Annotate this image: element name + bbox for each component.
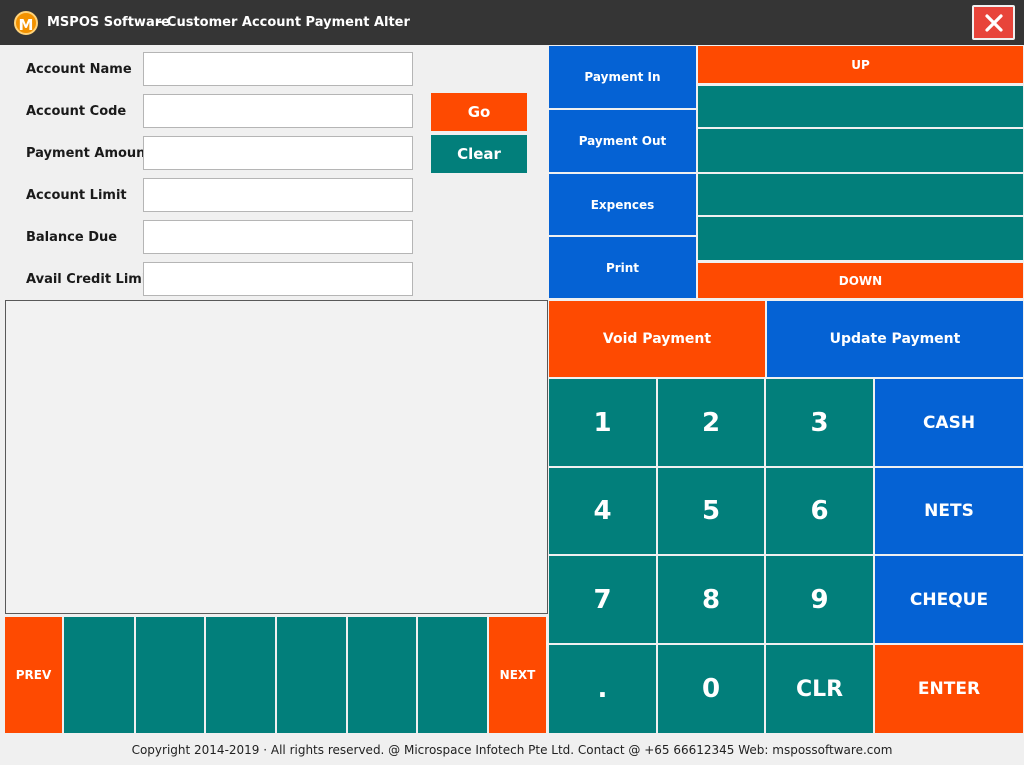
next-page-button[interactable]: NEXT [489,617,546,733]
scroll-up-button[interactable]: UP [698,46,1023,83]
account-code-label: Account Code [26,104,127,119]
avail-credit-limit-input[interactable] [143,262,413,296]
page-title: - Customer Account Payment Alter [157,15,410,30]
key-0[interactable]: 0 [658,645,764,733]
scroll-down-button[interactable]: DOWN [698,263,1023,298]
avail-credit-limit-label: Avail Credit Limit [26,272,153,287]
key-2[interactable]: 2 [658,379,764,466]
payment-amount-input[interactable] [143,136,413,170]
pager-slot-2[interactable] [136,617,204,733]
account-code-input[interactable] [143,94,413,128]
footer-copyright: Copyright 2014-2019 · All rights reserve… [0,735,1024,765]
void-payment-button[interactable]: Void Payment [549,301,765,377]
key-dot[interactable]: . [549,645,656,733]
key-7[interactable]: 7 [549,556,656,643]
balance-due-label: Balance Due [26,230,118,245]
key-9[interactable]: 9 [766,556,873,643]
account-limit-input[interactable] [143,178,413,212]
prev-page-button[interactable]: PREV [5,617,62,733]
key-1[interactable]: 1 [549,379,656,466]
key-4[interactable]: 4 [549,468,656,554]
payment-in-button[interactable]: Payment In [549,46,696,108]
key-5[interactable]: 5 [658,468,764,554]
pager-slot-1[interactable] [64,617,134,733]
account-limit-label: Account Limit [26,188,127,203]
pager-slot-6[interactable] [418,617,487,733]
category-slot-2[interactable] [698,129,1023,172]
mspos-logo-icon: M [14,11,38,35]
pager-slot-4[interactable] [277,617,346,733]
account-name-input[interactable] [143,52,413,86]
enter-button[interactable]: ENTER [875,645,1023,733]
update-payment-button[interactable]: Update Payment [767,301,1023,377]
close-button[interactable] [972,5,1015,40]
payment-amount-label: Payment Amount [26,146,152,161]
clear-button[interactable]: Clear [431,135,527,173]
go-button[interactable]: Go [431,93,527,131]
key-6[interactable]: 6 [766,468,873,554]
nets-button[interactable]: NETS [875,468,1023,554]
expences-button[interactable]: Expences [549,174,696,235]
category-slot-3[interactable] [698,174,1023,215]
category-slot-4[interactable] [698,217,1023,260]
pager-slot-5[interactable] [348,617,416,733]
close-icon [984,13,1003,32]
payment-out-button[interactable]: Payment Out [549,110,696,172]
print-button[interactable]: Print [549,237,696,298]
key-clr[interactable]: CLR [766,645,873,733]
pager-slot-3[interactable] [206,617,275,733]
cash-button[interactable]: CASH [875,379,1023,466]
app-name: MSPOS Software [47,15,170,30]
category-slot-1[interactable] [698,86,1023,127]
payment-list-panel[interactable] [5,300,548,614]
account-name-label: Account Name [26,62,132,77]
balance-due-input[interactable] [143,220,413,254]
key-8[interactable]: 8 [658,556,764,643]
key-3[interactable]: 3 [766,379,873,466]
title-bar: M MSPOS Software - Customer Account Paym… [0,0,1024,45]
cheque-button[interactable]: CHEQUE [875,556,1023,643]
